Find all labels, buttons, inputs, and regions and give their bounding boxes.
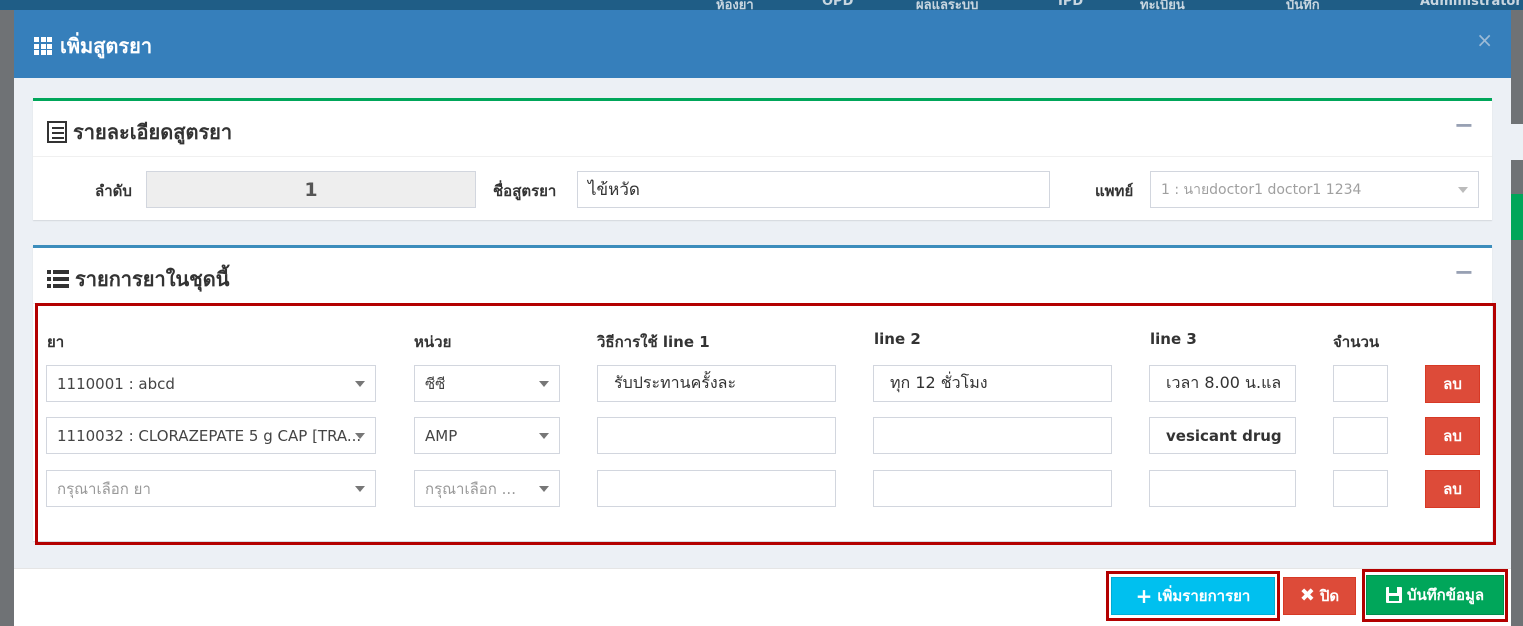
background-navbar: ห้องยา OPD ผลแลระบบ IPD ทะเบียน บันทึก A… <box>0 0 1523 13</box>
save-button-label: บันทึกข้อมูล <box>1406 586 1485 604</box>
drug-select-placeholder: กรุณาเลือก ยา <box>57 479 151 498</box>
bg-nav-ipd: IPD <box>1058 0 1084 9</box>
plus-icon: + <box>1135 584 1153 608</box>
chevron-down-icon <box>355 381 365 387</box>
unit-select-value: ซีซี <box>425 374 446 393</box>
line3-input[interactable]: เวลา 8.00 น.แล <box>1149 365 1296 402</box>
grid-icon <box>34 37 52 55</box>
line2-input[interactable] <box>873 470 1112 507</box>
modal-footer: + เพิ่มรายการยา ✖ ปิด บันทึกข้อมูล <box>14 568 1511 626</box>
line2-input[interactable] <box>873 417 1112 454</box>
quantity-input[interactable] <box>1333 417 1388 454</box>
bg-nav-opd: OPD <box>822 0 854 9</box>
usage-line1-input[interactable] <box>597 417 836 454</box>
usage-line1-input[interactable]: รับประทานครั้งละ <box>597 365 836 402</box>
delete-row-button[interactable]: ลบ <box>1425 470 1480 508</box>
chevron-down-icon <box>355 486 365 492</box>
background-left-edge <box>0 10 14 626</box>
bg-nav-user: Administrator <box>1420 0 1522 9</box>
list-icon <box>47 269 69 289</box>
document-list-icon <box>47 121 67 143</box>
column-header-usage-line1: วิธีการใช้ line 1 <box>597 333 710 351</box>
doctor-select-value: 1 : นายdoctor1 doctor1 1234 <box>1161 181 1362 198</box>
modal-body: รายละเอียดสูตรยา − ลำดับ 1 ชื่อสูตรยา ไข… <box>14 78 1511 568</box>
formula-detail-box: รายละเอียดสูตรยา − ลำดับ 1 ชื่อสูตรยา ไข… <box>33 98 1492 220</box>
delete-row-button[interactable]: ลบ <box>1425 417 1480 455</box>
order-field: 1 <box>146 171 476 208</box>
save-button[interactable]: บันทึกข้อมูล <box>1366 575 1504 615</box>
modal-header: เพิ่มสูตรยา × <box>14 10 1511 78</box>
order-label: ลำดับ <box>95 182 132 200</box>
collapse-button[interactable]: − <box>1454 258 1474 286</box>
items-box-title: รายการยาในชุดนี้ <box>75 267 230 291</box>
background-right-edge <box>1511 10 1523 626</box>
usage-line1-input[interactable] <box>597 470 836 507</box>
column-header-quantity: จำนวน <box>1333 333 1380 351</box>
chevron-down-icon <box>1458 187 1468 193</box>
add-drug-item-label: เพิ่มรายการยา <box>1157 587 1251 605</box>
column-header-unit: หน่วย <box>414 333 452 351</box>
close-icon[interactable]: × <box>1476 28 1493 52</box>
bg-panel-fragment <box>1511 124 1523 160</box>
column-header-line3: line 3 <box>1150 330 1197 348</box>
close-button[interactable]: ✖ ปิด <box>1283 577 1356 615</box>
column-header-line2: line 2 <box>874 330 921 348</box>
drug-select[interactable]: 1110032 : CLORAZEPATE 5 g CAP [TRA... <box>46 417 376 454</box>
drug-select-value: 1110032 : CLORAZEPATE 5 g CAP [TRA... <box>57 426 362 445</box>
bg-button-fragment <box>1511 194 1523 240</box>
unit-select-placeholder: กรุณาเลือก ... <box>425 479 516 498</box>
box-header: รายการยาในชุดนี้ − <box>33 248 1492 304</box>
add-formula-modal: เพิ่มสูตรยา × รายละเอียดสูตรยา − ลำดับ 1… <box>14 10 1511 626</box>
floppy-disk-icon <box>1385 587 1402 603</box>
chevron-down-icon <box>539 486 549 492</box>
chevron-down-icon <box>539 381 549 387</box>
add-drug-item-button[interactable]: + เพิ่มรายการยา <box>1111 577 1275 615</box>
unit-select[interactable]: ซีซี <box>414 365 560 402</box>
unit-select[interactable]: AMP <box>414 417 560 454</box>
column-header-drug: ยา <box>47 333 65 351</box>
close-button-label: ปิด <box>1319 587 1340 605</box>
unit-select[interactable]: กรุณาเลือก ... <box>414 470 560 507</box>
line3-input[interactable] <box>1149 470 1296 507</box>
chevron-down-icon <box>355 433 365 439</box>
line2-input[interactable]: ทุก 12 ชั่วโมง <box>873 365 1112 402</box>
modal-title-text: เพิ่มสูตรยา <box>60 34 153 58</box>
box-title: รายการยาในชุดนี้ <box>47 263 229 295</box>
formula-items-box: รายการยาในชุดนี้ − ยา หน่วย วิธีการใช้ l… <box>33 245 1492 541</box>
box-header: รายละเอียดสูตรยา − <box>33 101 1492 157</box>
formula-name-label: ชื่อสูตรยา <box>493 182 557 200</box>
quantity-input[interactable] <box>1333 365 1388 402</box>
detail-box-title: รายละเอียดสูตรยา <box>73 120 233 144</box>
chevron-down-icon <box>539 433 549 439</box>
doctor-label: แพทย์ <box>1095 182 1134 200</box>
drug-select-value: 1110001 : abcd <box>57 374 175 393</box>
modal-title: เพิ่มสูตรยา <box>34 30 152 62</box>
drug-select[interactable]: 1110001 : abcd <box>46 365 376 402</box>
collapse-button[interactable]: − <box>1454 111 1474 139</box>
drug-select[interactable]: กรุณาเลือก ยา <box>46 470 376 507</box>
quantity-input[interactable] <box>1333 470 1388 507</box>
close-icon: ✖ <box>1299 585 1315 606</box>
delete-row-button[interactable]: ลบ <box>1425 365 1480 403</box>
line3-input[interactable]: vesicant drug <box>1149 417 1296 454</box>
formula-name-field[interactable]: ไข้หวัด <box>577 171 1050 208</box>
unit-select-value: AMP <box>425 426 458 445</box>
box-title: รายละเอียดสูตรยา <box>47 116 232 148</box>
doctor-select: 1 : นายdoctor1 doctor1 1234 <box>1150 171 1479 208</box>
